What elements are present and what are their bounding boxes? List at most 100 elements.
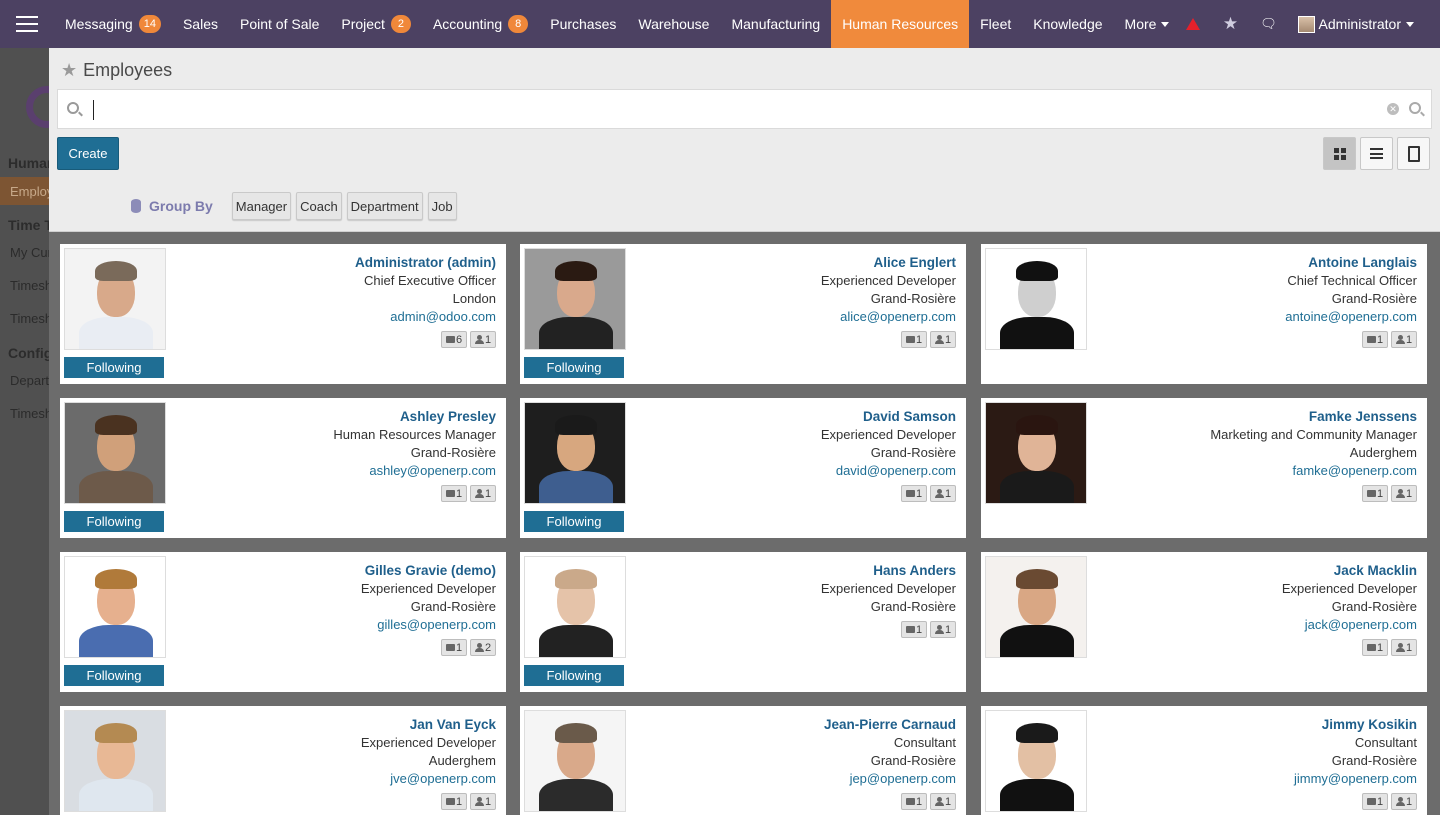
sidebar-item-employees[interactable]: Employees bbox=[0, 177, 49, 205]
menu-item-manufacturing[interactable]: Manufacturing bbox=[720, 0, 831, 48]
employee-email[interactable]: jimmy@openerp.com bbox=[1294, 770, 1417, 788]
following-button[interactable]: Following bbox=[64, 511, 164, 532]
menu-item-purchases[interactable]: Purchases bbox=[539, 0, 627, 48]
employee-email[interactable]: david@openerp.com bbox=[821, 462, 956, 480]
messages-counter[interactable]: 6 bbox=[441, 331, 467, 348]
employee-name[interactable]: Jean-Pierre Carnaud bbox=[824, 716, 956, 734]
clear-search-icon[interactable]: ✕ bbox=[1387, 103, 1399, 115]
employee-name[interactable]: Hans Anders bbox=[821, 562, 956, 580]
sidebar-item-timesheets-2[interactable]: Timesheets bbox=[10, 311, 49, 326]
create-button[interactable]: Create bbox=[57, 137, 119, 170]
employee-card[interactable]: Antoine Langlais Chief Technical Officer G… bbox=[981, 244, 1427, 384]
messages-counter[interactable]: 1 bbox=[1362, 331, 1388, 348]
followers-counter[interactable]: 1 bbox=[930, 331, 956, 348]
employee-name[interactable]: Jimmy Kosikin bbox=[1294, 716, 1417, 734]
group-by-department-button[interactable]: Department bbox=[346, 192, 423, 220]
advanced-search-icon[interactable] bbox=[1409, 102, 1421, 114]
messages-counter[interactable]: 1 bbox=[1362, 639, 1388, 656]
employee-name[interactable]: Ashley Presley bbox=[333, 408, 496, 426]
followers-counter[interactable]: 1 bbox=[1391, 793, 1417, 810]
employee-card[interactable]: Jimmy Kosikin Consultant Grand-Rosière jimm… bbox=[981, 706, 1427, 815]
menu-item-sales[interactable]: Sales bbox=[172, 0, 229, 48]
menu-item-project[interactable]: Project 2 bbox=[330, 0, 422, 48]
sidebar-item-departments[interactable]: Departments bbox=[10, 373, 49, 388]
followers-counter[interactable]: 1 bbox=[470, 793, 496, 810]
following-button[interactable]: Following bbox=[64, 357, 164, 378]
followers-counter[interactable]: 1 bbox=[930, 793, 956, 810]
messages-counter[interactable]: 1 bbox=[441, 485, 467, 502]
employee-name[interactable]: Famke Jenssens bbox=[1210, 408, 1417, 426]
menu-item-knowledge[interactable]: Knowledge bbox=[1022, 0, 1113, 48]
form-view-button[interactable] bbox=[1397, 137, 1430, 170]
employee-card[interactable]: Following David Samson Experienced Develop… bbox=[520, 398, 966, 538]
employee-name[interactable]: Jan Van Eyck bbox=[361, 716, 496, 734]
employee-card[interactable]: Following Gilles Gravie (demo) Experienced… bbox=[60, 552, 506, 692]
followers-counter[interactable]: 1 bbox=[470, 331, 496, 348]
messages-counter[interactable]: 1 bbox=[1362, 485, 1388, 502]
sidebar-item-timesheets-3[interactable]: Timesheets bbox=[10, 406, 49, 421]
followers-counter[interactable]: 1 bbox=[470, 485, 496, 502]
employee-email[interactable]: ashley@openerp.com bbox=[333, 462, 496, 480]
employee-email[interactable]: antoine@openerp.com bbox=[1285, 308, 1417, 326]
sidebar-item-my-timesheet[interactable]: My Current Timesheet bbox=[10, 245, 49, 260]
menu-item-messaging[interactable]: Messaging 14 bbox=[54, 0, 172, 48]
chat-button[interactable]: 🗨 bbox=[1250, 0, 1288, 48]
following-button[interactable]: Following bbox=[524, 665, 624, 686]
employee-name[interactable]: Administrator (admin) bbox=[355, 254, 496, 272]
menu-item-more[interactable]: More bbox=[1114, 0, 1181, 48]
list-view-button[interactable] bbox=[1360, 137, 1393, 170]
menu-item-warehouse[interactable]: Warehouse bbox=[627, 0, 720, 48]
messages-counter[interactable]: 1 bbox=[1362, 793, 1388, 810]
followers-counter[interactable]: 1 bbox=[1391, 485, 1417, 502]
employee-card[interactable]: Following Hans Anders Experienced Develope… bbox=[520, 552, 966, 692]
following-button[interactable]: Following bbox=[524, 511, 624, 532]
messages-counter[interactable]: 1 bbox=[901, 331, 927, 348]
employee-email[interactable]: famke@openerp.com bbox=[1210, 462, 1417, 480]
employee-name[interactable]: Antoine Langlais bbox=[1285, 254, 1417, 272]
employee-email[interactable]: jep@openerp.com bbox=[824, 770, 956, 788]
favorite-star-icon[interactable]: ★ bbox=[61, 60, 77, 81]
menu-item-human-resources[interactable]: Human Resources bbox=[831, 0, 970, 48]
menu-item-point-of-sale[interactable]: Point of Sale bbox=[229, 0, 330, 48]
alert-button[interactable] bbox=[1174, 0, 1212, 48]
app-menu-toggle[interactable] bbox=[0, 0, 54, 48]
employee-card[interactable]: Jean-Pierre Carnaud Consultant Grand-Rosiè… bbox=[520, 706, 966, 815]
employee-email[interactable]: jack@openerp.com bbox=[1282, 616, 1417, 634]
menu-item-fleet[interactable]: Fleet bbox=[969, 0, 1022, 48]
group-by-manager-button[interactable]: Manager bbox=[231, 192, 292, 220]
employee-name[interactable]: David Samson bbox=[821, 408, 956, 426]
employee-email[interactable]: gilles@openerp.com bbox=[361, 616, 496, 634]
kanban-view-button[interactable] bbox=[1323, 137, 1356, 170]
messages-counter[interactable]: 1 bbox=[901, 621, 927, 638]
user-menu[interactable]: Administrator bbox=[1288, 0, 1440, 48]
employee-email[interactable]: admin@odoo.com bbox=[355, 308, 496, 326]
search-bar[interactable]: ✕ bbox=[57, 89, 1432, 129]
sidebar-item-timesheets[interactable]: Timesheets bbox=[10, 278, 49, 293]
employee-card[interactable]: Famke Jenssens Marketing and Community Ma… bbox=[981, 398, 1427, 538]
employee-name[interactable]: Jack Macklin bbox=[1282, 562, 1417, 580]
followers-counter[interactable]: 1 bbox=[1391, 639, 1417, 656]
employee-email[interactable]: alice@openerp.com bbox=[821, 308, 956, 326]
group-by-coach-button[interactable]: Coach bbox=[296, 192, 342, 220]
following-button[interactable]: Following bbox=[64, 665, 164, 686]
employee-name[interactable]: Alice Englert bbox=[821, 254, 956, 272]
followers-counter[interactable]: 1 bbox=[930, 485, 956, 502]
followers-counter[interactable]: 1 bbox=[1391, 331, 1417, 348]
messages-counter[interactable]: 1 bbox=[901, 485, 927, 502]
messages-counter[interactable]: 1 bbox=[441, 793, 467, 810]
messages-counter[interactable]: 1 bbox=[901, 793, 927, 810]
followers-counter[interactable]: 2 bbox=[470, 639, 496, 656]
employee-card[interactable]: Following Ashley Presley Human Resources M… bbox=[60, 398, 506, 538]
employee-name[interactable]: Gilles Gravie (demo) bbox=[361, 562, 496, 580]
group-by-job-button[interactable]: Job bbox=[427, 192, 457, 220]
menu-item-accounting[interactable]: Accounting 8 bbox=[422, 0, 539, 48]
favorites-button[interactable]: ★ bbox=[1212, 0, 1250, 48]
employee-email[interactable]: jve@openerp.com bbox=[361, 770, 496, 788]
search-input[interactable] bbox=[94, 98, 1374, 122]
messages-counter[interactable]: 1 bbox=[441, 639, 467, 656]
following-button[interactable]: Following bbox=[524, 357, 624, 378]
employee-card[interactable]: Following Alice Englert Experienced Develo… bbox=[520, 244, 966, 384]
followers-counter[interactable]: 1 bbox=[930, 621, 956, 638]
employee-card[interactable]: Jack Macklin Experienced Developer Grand-R… bbox=[981, 552, 1427, 692]
employee-card[interactable]: Following Administrator (admin) Chief Exec… bbox=[60, 244, 506, 384]
